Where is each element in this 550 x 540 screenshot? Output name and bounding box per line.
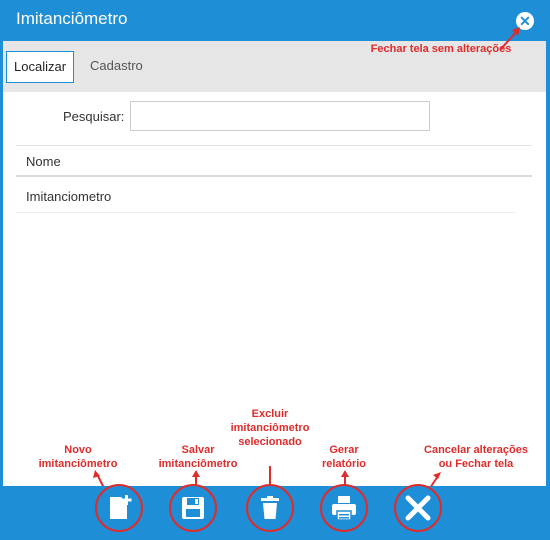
- printer-icon: [332, 496, 356, 521]
- annotation-arrow-close: [499, 27, 520, 51]
- delete-button[interactable]: [246, 484, 294, 532]
- column-header-label: Nome: [26, 154, 61, 169]
- new-button[interactable]: [95, 484, 143, 532]
- table-cell-nome: Imitanciometro: [26, 189, 112, 204]
- annotation-cancel-line1: Cancelar alterações: [424, 444, 528, 456]
- column-header-nome[interactable]: Nome: [16, 145, 532, 177]
- title-bar: Imitanciômetro ✕: [0, 0, 550, 41]
- tab-localizar[interactable]: Localizar: [6, 51, 75, 83]
- annotation-delete-line2: imitanciômetro: [230, 422, 310, 434]
- right-frame: [546, 41, 550, 486]
- trash-icon: [261, 496, 279, 519]
- cancel-button[interactable]: [394, 484, 442, 532]
- save-icon: [182, 497, 204, 519]
- annotation-report-line1: Gerar: [329, 444, 359, 456]
- save-button[interactable]: [169, 484, 217, 532]
- annotation-new-line1: Novo: [64, 444, 92, 456]
- left-frame: [0, 41, 3, 486]
- annotation-close: Fechar tela sem alterações: [370, 43, 512, 55]
- window-title: Imitanciômetro: [16, 9, 128, 28]
- search-label: Pesquisar:: [63, 109, 125, 124]
- new-document-icon: [110, 495, 132, 519]
- annotation-delete-line1: Excluir: [251, 408, 289, 420]
- table-row[interactable]: Imitanciometro: [16, 180, 516, 213]
- close-icon: [405, 495, 431, 521]
- tab-cadastro[interactable]: Cadastro: [83, 51, 150, 81]
- search-input[interactable]: [130, 101, 430, 131]
- report-button[interactable]: [320, 484, 368, 532]
